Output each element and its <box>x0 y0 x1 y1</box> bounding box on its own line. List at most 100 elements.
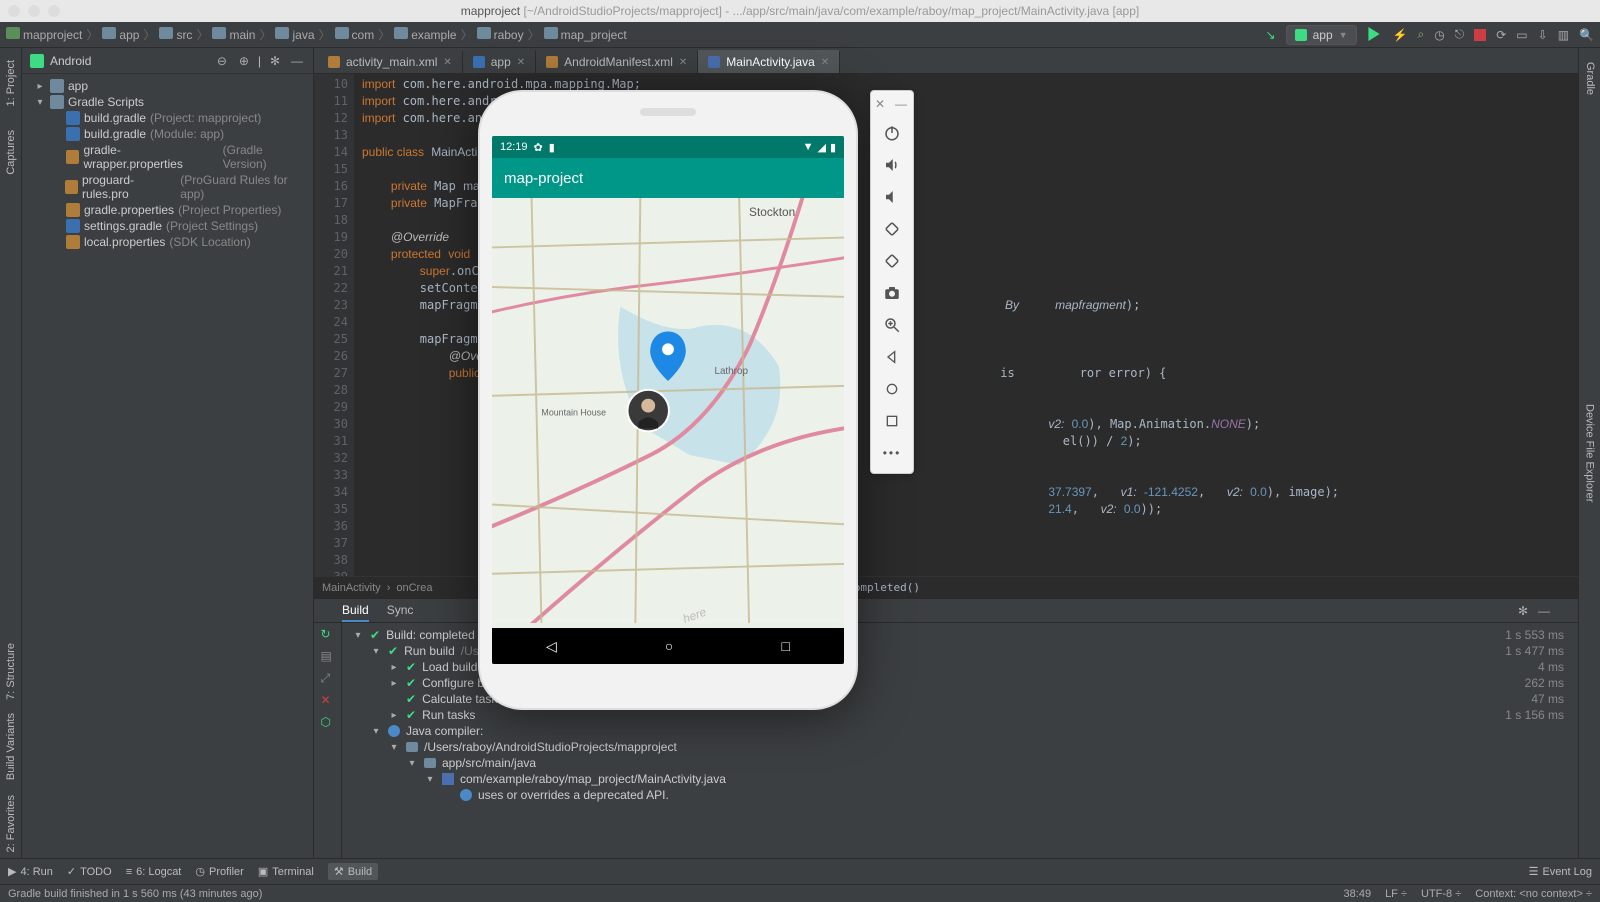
tool-window-item[interactable]: ✓TODO <box>67 863 112 880</box>
profile-button[interactable]: ◷ <box>1434 28 1444 42</box>
tool-window-item[interactable]: ⚒Build <box>328 863 378 880</box>
status-item[interactable]: UTF-8 ÷ <box>1421 888 1461 900</box>
overview-button[interactable] <box>878 407 906 435</box>
breadcrumb-item[interactable]: example <box>394 27 456 42</box>
tree-row[interactable]: local.properties (SDK Location) <box>22 234 313 250</box>
minimize-emulator-icon[interactable]: — <box>895 97 909 111</box>
editor-tab[interactable]: app✕ <box>463 50 536 73</box>
build-row[interactable]: ▾/Users/raboy/AndroidStudioProjects/mapp… <box>342 739 1578 755</box>
apply-changes-icon[interactable]: ⚡ <box>1393 28 1408 42</box>
power-button[interactable] <box>878 119 906 147</box>
gear-icon[interactable]: ✻ <box>267 54 283 68</box>
close-tab-icon[interactable]: ✕ <box>821 57 829 68</box>
sync-gradle-icon[interactable]: ⟳ <box>1496 28 1506 42</box>
tree-row[interactable]: ▸app <box>22 78 313 94</box>
build-row[interactable]: uses or overrides a deprecated API. <box>342 787 1578 803</box>
status-item[interactable]: Context: <no context> ÷ <box>1475 888 1592 900</box>
tree-row[interactable]: proguard-rules.pro (ProGuard Rules for a… <box>22 172 313 202</box>
expand-icon[interactable]: ⤢ <box>321 671 335 685</box>
project-tool-tab[interactable]: 1: Project <box>3 54 19 112</box>
tool-window-item[interactable]: ≡6: Logcat <box>126 863 182 880</box>
status-item[interactable]: LF ÷ <box>1385 888 1407 900</box>
close-emulator-icon[interactable]: ✕ <box>875 97 889 111</box>
avd-manager-icon[interactable]: ▭ <box>1516 28 1527 42</box>
rotate-left-button[interactable] <box>878 215 906 243</box>
rerun-icon[interactable]: ↻ <box>321 627 335 641</box>
breadcrumb-item[interactable]: java <box>275 27 314 42</box>
close-icon[interactable]: ✕ <box>321 693 335 707</box>
overview-button[interactable]: □ <box>781 638 789 654</box>
breadcrumb-item[interactable]: main <box>212 27 255 42</box>
breadcrumb-item[interactable]: app <box>102 27 139 42</box>
gear-icon[interactable]: ✻ <box>1518 604 1528 618</box>
collapse-all-icon[interactable]: ⊖ <box>214 54 230 68</box>
sync-tab[interactable]: Sync <box>387 600 414 622</box>
close-tab-icon[interactable]: ✕ <box>517 57 525 68</box>
build-row[interactable]: ▾app/src/main/java <box>342 755 1578 771</box>
crumb-class[interactable]: MainActivity <box>322 582 381 594</box>
map-view[interactable]: Stockton Lathrop Mountain House here <box>492 198 844 628</box>
tree-row[interactable]: settings.gradle (Project Settings) <box>22 218 313 234</box>
breadcrumb-item[interactable]: raboy <box>477 27 524 42</box>
home-button[interactable] <box>878 375 906 403</box>
status-item[interactable]: 38:49 <box>1344 888 1372 900</box>
tool-window-item[interactable]: ▶4: Run <box>8 863 53 880</box>
tree-row[interactable]: gradle.properties (Project Properties) <box>22 202 313 218</box>
rotate-right-button[interactable] <box>878 247 906 275</box>
volume-up-button[interactable] <box>878 151 906 179</box>
editor-tab[interactable]: AndroidManifest.xml✕ <box>536 50 698 73</box>
close-tab-icon[interactable]: ✕ <box>679 57 687 68</box>
hide-panel-icon[interactable]: — <box>1538 604 1550 618</box>
tree-row[interactable]: build.gradle (Project: mapproject) <box>22 110 313 126</box>
device-file-explorer-tab[interactable]: Device File Explorer <box>1582 398 1598 508</box>
breadcrumb-item[interactable]: com <box>335 27 375 42</box>
build-row[interactable]: ▾Java compiler: <box>342 723 1578 739</box>
favorites-tool-tab[interactable]: 2: Favorites <box>3 789 19 858</box>
captures-tool-tab[interactable]: Captures <box>3 124 19 181</box>
structure-tool-tab[interactable]: 7: Structure <box>3 637 19 706</box>
deploy-target-icon[interactable]: ↘ <box>1266 28 1276 42</box>
sidebar-title[interactable]: Android <box>50 54 208 68</box>
close-tab-icon[interactable]: ✕ <box>443 57 451 68</box>
build-row[interactable]: ▾com/example/raboy/map_project/MainActiv… <box>342 771 1578 787</box>
editor-tab[interactable]: activity_main.xml✕ <box>318 50 463 73</box>
sdk-manager-icon[interactable]: ⇩ <box>1538 28 1548 42</box>
android-help-icon[interactable]: ⬡ <box>321 715 335 729</box>
attach-debugger-icon[interactable]: ⎋ <box>1455 27 1465 42</box>
phone-frame: 12:19 ✿ ▮ ▼ ◢ ▮ map-project <box>478 90 858 710</box>
back-button[interactable] <box>878 343 906 371</box>
breadcrumb[interactable]: mapproject〉app〉src〉main〉java〉com〉example… <box>6 26 627 43</box>
more-button[interactable]: ••• <box>878 439 906 467</box>
camera-button[interactable] <box>878 279 906 307</box>
emulator-device[interactable]: 12:19 ✿ ▮ ▼ ◢ ▮ map-project <box>478 90 858 710</box>
build-variants-tool-tab[interactable]: Build Variants <box>3 707 19 786</box>
breadcrumb-item[interactable]: map_project <box>544 27 627 42</box>
tree-row[interactable]: build.gradle (Module: app) <box>22 126 313 142</box>
breadcrumb-item[interactable]: mapproject <box>6 27 82 42</box>
tree-row[interactable]: ▾Gradle Scripts <box>22 94 313 110</box>
search-icon[interactable]: 🔍 <box>1579 28 1594 42</box>
build-tab[interactable]: Build <box>342 600 369 622</box>
breadcrumb-item[interactable]: src <box>159 27 192 42</box>
scroll-to-source-icon[interactable]: ⊕ <box>236 54 252 68</box>
run-config-dropdown[interactable]: app ▼ <box>1286 25 1357 45</box>
project-structure-icon[interactable]: ▥ <box>1558 28 1569 42</box>
debug-button[interactable]: ⌕ <box>1418 27 1425 42</box>
tool-window-item[interactable]: ◷Profiler <box>195 863 243 880</box>
phone-screen[interactable]: 12:19 ✿ ▮ ▼ ◢ ▮ map-project <box>492 136 844 664</box>
tree-row[interactable]: gradle-wrapper.properties (Gradle Versio… <box>22 142 313 172</box>
project-tree[interactable]: ▸app▾Gradle Scriptsbuild.gradle (Project… <box>22 74 313 858</box>
crumb-method[interactable]: onCrea <box>396 582 432 594</box>
editor-tab[interactable]: MainActivity.java✕ <box>698 50 840 73</box>
hide-icon[interactable]: — <box>289 54 305 68</box>
filter-icon[interactable]: ▤ <box>321 649 335 663</box>
event-log-button[interactable]: ☰ Event Log <box>1529 865 1592 878</box>
volume-down-button[interactable] <box>878 183 906 211</box>
zoom-button[interactable] <box>878 311 906 339</box>
gradle-tool-tab[interactable]: Gradle <box>1582 56 1598 101</box>
back-button[interactable]: ◁ <box>546 638 557 655</box>
tool-window-item[interactable]: ▣Terminal <box>258 863 314 880</box>
stop-button[interactable] <box>1474 29 1486 41</box>
run-button[interactable] <box>1367 27 1383 43</box>
home-button[interactable]: ○ <box>665 638 673 654</box>
